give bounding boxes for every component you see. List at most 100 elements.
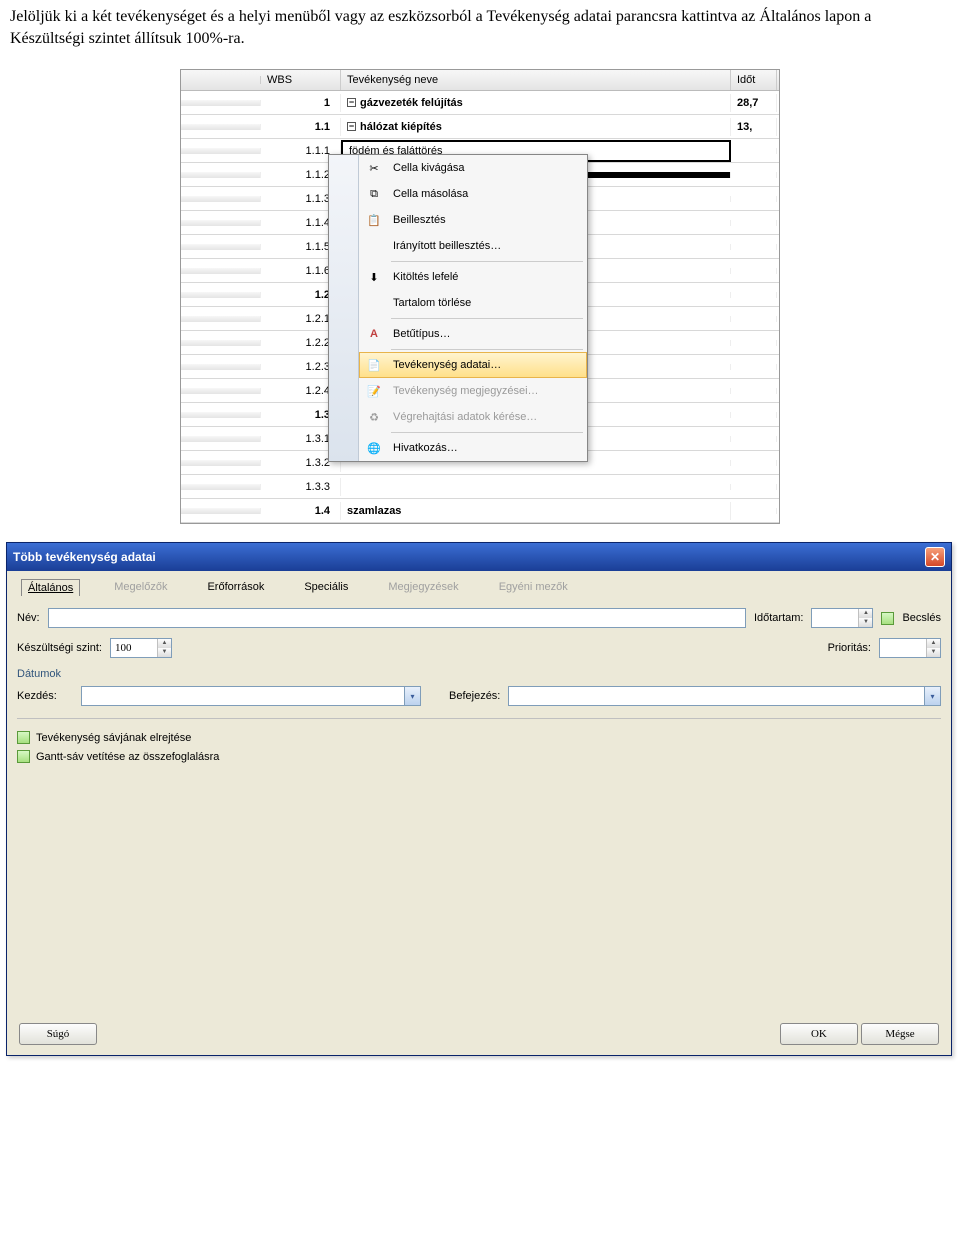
ctx-hyperlink-label: Hivatkozás… xyxy=(393,442,458,454)
row-header[interactable] xyxy=(181,172,261,178)
cell-duration[interactable] xyxy=(731,460,777,466)
cell-duration[interactable] xyxy=(731,388,777,394)
outline-collapse-icon[interactable]: − xyxy=(347,122,356,131)
tab-notes: Megjegyzések xyxy=(382,579,464,596)
row-header[interactable] xyxy=(181,316,261,322)
row-header[interactable] xyxy=(181,220,261,226)
table-row[interactable]: 1.4 szamlazas xyxy=(181,499,779,523)
duration-stepper[interactable]: ▲▼ xyxy=(811,608,873,628)
hide-bar-checkbox[interactable] xyxy=(17,731,30,744)
cell-duration[interactable] xyxy=(731,340,777,346)
cell-wbs[interactable]: 1.1 xyxy=(261,118,341,136)
chevron-down-icon[interactable]: ▾ xyxy=(924,687,940,705)
table-row[interactable]: 1.1−hálózat kiépítés13, xyxy=(181,115,779,139)
cell-duration[interactable] xyxy=(731,508,777,514)
chevron-down-icon[interactable]: ▾ xyxy=(404,687,420,705)
rollup-label: Gantt-sáv vetítése az összefoglalásra xyxy=(36,751,219,763)
row-header[interactable] xyxy=(181,148,261,154)
priority-stepper[interactable]: ▲▼ xyxy=(879,638,941,658)
rollup-row[interactable]: Gantt-sáv vetítése az összefoglalásra xyxy=(17,750,941,763)
label-estimate: Becslés xyxy=(902,612,941,624)
cell-duration[interactable] xyxy=(731,316,777,322)
cancel-button[interactable]: Mégse xyxy=(861,1023,939,1045)
tab-predecessors: Megelőzők xyxy=(108,579,173,596)
cell-duration[interactable] xyxy=(731,292,777,298)
row-header[interactable] xyxy=(181,100,261,106)
cell-wbs[interactable]: 1.4 xyxy=(261,502,341,520)
row-header[interactable] xyxy=(181,412,261,418)
cell-duration[interactable] xyxy=(731,148,777,154)
cell-name[interactable]: szamlazas xyxy=(341,502,731,520)
start-date-combo[interactable]: ▾ xyxy=(81,686,421,706)
ok-button[interactable]: OK xyxy=(780,1023,858,1045)
row-header[interactable] xyxy=(181,124,261,130)
cell-duration[interactable] xyxy=(731,220,777,226)
cell-name[interactable]: −hálózat kiépítés xyxy=(341,118,731,136)
label-name: Név: xyxy=(17,612,40,624)
cell-duration[interactable] xyxy=(731,268,777,274)
row-header[interactable] xyxy=(181,268,261,274)
ctx-paste[interactable]: 📋 Beillesztés xyxy=(359,207,587,233)
row-header[interactable] xyxy=(181,484,261,490)
close-icon[interactable]: ✕ xyxy=(925,547,945,567)
dialog-titlebar[interactable]: Több tevékenység adatai ✕ xyxy=(7,543,951,571)
tab-resources[interactable]: Erőforrások xyxy=(201,579,270,596)
ctx-font[interactable]: A Betűtípus… xyxy=(359,321,587,347)
ctx-task-info[interactable]: 📄 Tevékenység adatai… xyxy=(359,352,587,378)
row-header[interactable] xyxy=(181,364,261,370)
tab-general[interactable]: Általános xyxy=(21,579,80,596)
duration-input[interactable] xyxy=(812,609,858,627)
table-row[interactable]: 1−gázvezeték felújítás28,7 xyxy=(181,91,779,115)
ctx-copy[interactable]: ⧉ Cella másolása xyxy=(359,181,587,207)
row-header[interactable] xyxy=(181,292,261,298)
cell-duration[interactable] xyxy=(731,364,777,370)
ctx-hyperlink[interactable]: 🌐 Hivatkozás… xyxy=(359,435,587,461)
row-header[interactable] xyxy=(181,340,261,346)
percent-complete-stepper[interactable]: ▲▼ xyxy=(110,638,172,658)
col-name[interactable]: Tevékenység neve xyxy=(341,70,731,90)
cell-wbs[interactable]: 1.3.3 xyxy=(261,478,341,496)
cell-duration[interactable] xyxy=(731,196,777,202)
cell-duration[interactable] xyxy=(731,172,777,178)
ctx-exec-data-label: Végrehajtási adatok kérése… xyxy=(393,411,537,423)
row-header[interactable] xyxy=(181,244,261,250)
label-percent: Készültségi szint: xyxy=(17,642,102,654)
cell-duration[interactable] xyxy=(731,412,777,418)
priority-input[interactable] xyxy=(880,639,926,657)
cell-duration[interactable] xyxy=(731,244,777,250)
outline-collapse-icon[interactable]: − xyxy=(347,98,356,107)
cell-wbs[interactable]: 1 xyxy=(261,94,341,112)
row-header[interactable] xyxy=(181,460,261,466)
row-header[interactable] xyxy=(181,436,261,442)
hide-bar-row[interactable]: Tevékenység sávjának elrejtése xyxy=(17,731,941,744)
row-header[interactable] xyxy=(181,196,261,202)
start-date-input[interactable] xyxy=(82,687,404,705)
finish-date-combo[interactable]: ▾ xyxy=(508,686,941,706)
cell-duration[interactable]: 13, xyxy=(731,118,777,136)
tab-special[interactable]: Speciális xyxy=(298,579,354,596)
row-header[interactable] xyxy=(181,508,261,514)
table-row[interactable]: 1.3.3 xyxy=(181,475,779,499)
ctx-paste-special[interactable]: Irányított beillesztés… xyxy=(359,233,587,259)
ctx-cut[interactable]: ✂ Cella kivágása xyxy=(359,155,587,181)
label-finish: Befejezés: xyxy=(449,690,500,702)
cell-duration[interactable] xyxy=(731,484,777,490)
cell-name[interactable] xyxy=(341,484,731,490)
col-wbs[interactable]: WBS xyxy=(261,70,341,90)
cell-duration[interactable]: 28,7 xyxy=(731,94,777,112)
cell-task-name: szamlazas xyxy=(347,505,401,517)
ctx-paste-special-label: Irányított beillesztés… xyxy=(393,240,501,252)
percent-complete-input[interactable] xyxy=(111,639,157,657)
col-duration[interactable]: Időt xyxy=(731,70,777,90)
cell-duration[interactable] xyxy=(731,436,777,442)
rollup-checkbox[interactable] xyxy=(17,750,30,763)
finish-date-input[interactable] xyxy=(509,687,924,705)
ctx-clear[interactable]: Tartalom törlése xyxy=(359,290,587,316)
cell-name[interactable]: −gázvezeték felújítás xyxy=(341,94,731,112)
row-header[interactable] xyxy=(181,388,261,394)
estimate-checkbox[interactable] xyxy=(881,612,894,625)
help-button[interactable]: Súgó xyxy=(19,1023,97,1045)
dialog-tabs: Általános Megelőzők Erőforrások Speciáli… xyxy=(17,579,941,596)
name-field[interactable] xyxy=(48,608,746,628)
ctx-fill-down[interactable]: ⬇ Kitöltés lefelé xyxy=(359,264,587,290)
